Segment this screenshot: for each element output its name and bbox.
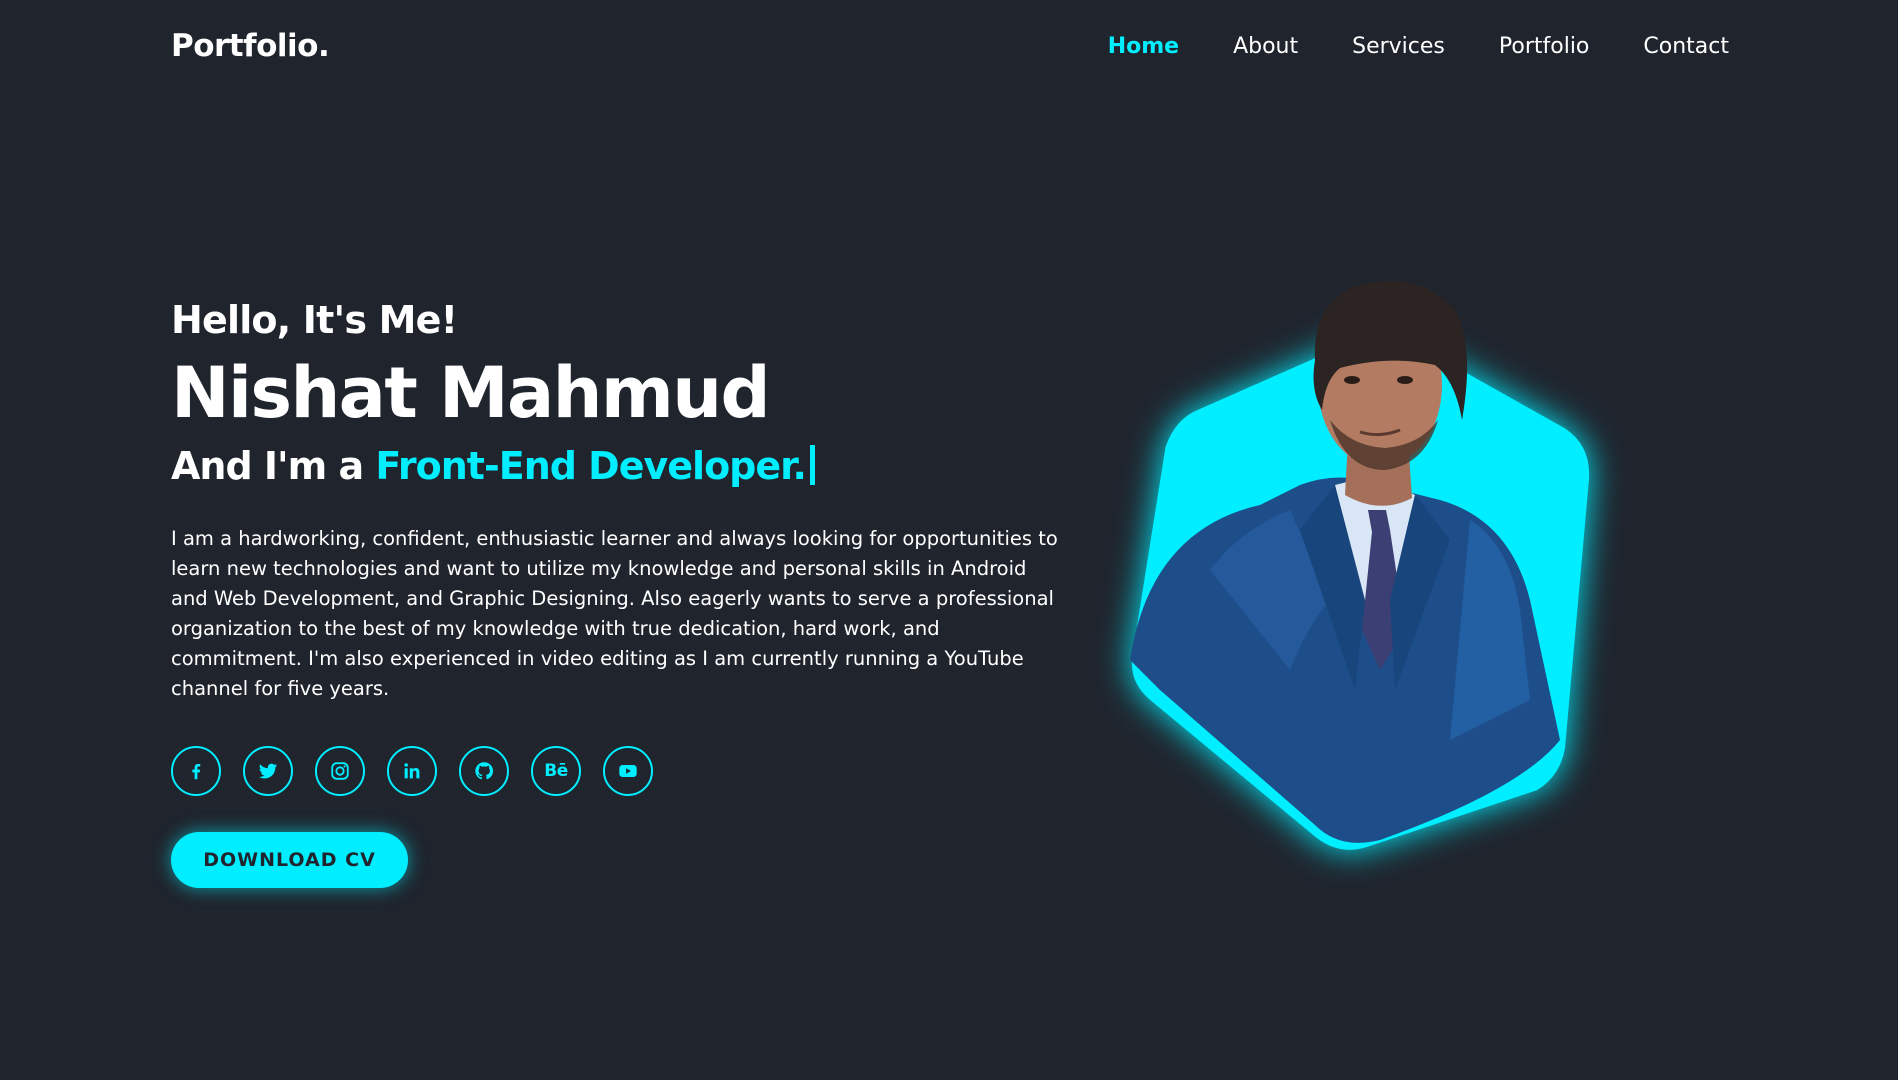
twitter-icon (258, 763, 278, 779)
nav-portfolio[interactable]: Portfolio (1499, 34, 1590, 59)
hero-content: Hello, It's Me! Nishat Mahmud And I'm a … (171, 292, 1071, 704)
twitter-link[interactable] (243, 746, 293, 796)
instagram-link[interactable] (315, 746, 365, 796)
github-link[interactable] (459, 746, 509, 796)
site-header: Portfolio. Home About Services Portfolio… (0, 0, 1898, 96)
nav-home[interactable]: Home (1108, 34, 1179, 59)
download-cv-button[interactable]: DOWNLOAD CV (171, 832, 408, 888)
linkedin-link[interactable] (387, 746, 437, 796)
youtube-link[interactable] (603, 746, 653, 796)
instagram-icon (331, 762, 349, 780)
social-links: Bē (171, 746, 675, 796)
linkedin-icon (404, 763, 420, 779)
role-heading: And I'm a Front-End Developer. (171, 438, 1071, 494)
person-figure (1130, 280, 1560, 843)
nav-services[interactable]: Services (1352, 34, 1445, 59)
role-prefix: And I'm a (171, 444, 376, 488)
greeting-heading: Hello, It's Me! (171, 298, 458, 342)
typing-caret (809, 445, 815, 485)
nav-about[interactable]: About (1233, 34, 1298, 59)
role-highlight: Front-End Developer. (375, 444, 807, 488)
behance-icon: Bē (544, 761, 568, 781)
youtube-icon (619, 765, 637, 777)
profile-photo (1090, 270, 1690, 870)
main-nav: Home About Services Portfolio Contact (1054, 34, 1729, 59)
site-logo[interactable]: Portfolio. (171, 28, 330, 64)
facebook-icon (192, 763, 201, 780)
github-icon (475, 762, 494, 780)
profile-photo-graphic (1130, 280, 1590, 850)
behance-link[interactable]: Bē (531, 746, 581, 796)
name-heading: Nishat Mahmud (171, 352, 771, 434)
nav-contact[interactable]: Contact (1643, 34, 1729, 59)
bio-paragraph: I am a hardworking, confident, enthusias… (171, 527, 1058, 700)
facebook-link[interactable] (171, 746, 221, 796)
